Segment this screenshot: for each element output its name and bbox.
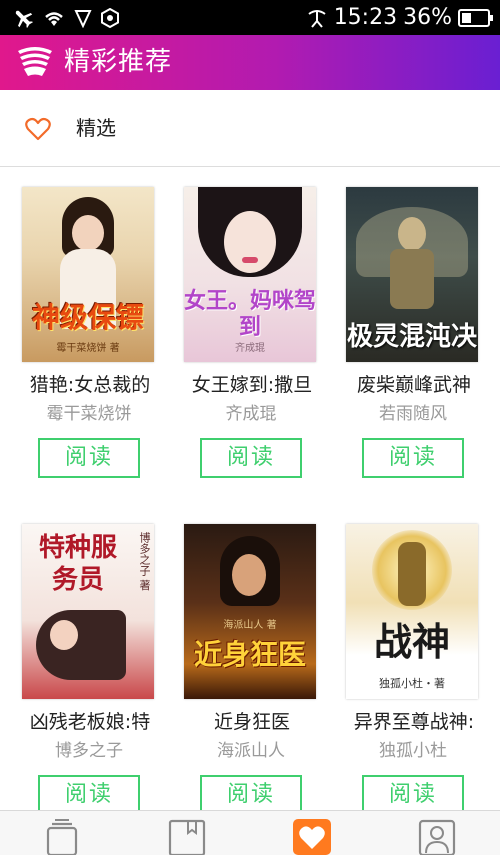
cover-face: [224, 211, 276, 273]
cover-title: 女王。妈咪驾到: [184, 288, 316, 340]
book-cover[interactable]: 极灵混沌决: [346, 187, 478, 362]
cover-author: 霉干菜烧饼 著: [56, 343, 120, 354]
book-card[interactable]: 战神 独孤小杜・著 异界至尊战神: 独孤小杜 阅读: [326, 504, 488, 810]
book-cover[interactable]: 战神 独孤小杜・著: [346, 524, 478, 699]
cover-title: 近身狂医: [193, 638, 306, 671]
section-title: 精选: [76, 116, 116, 140]
battery-percent: 36%: [403, 5, 452, 30]
read-button[interactable]: 阅读: [362, 775, 464, 810]
cover-author: 独孤小杜・著: [379, 677, 445, 690]
book-card[interactable]: 极灵混沌决 废柴巅峰武神 若雨随风 阅读: [326, 167, 488, 497]
book-author: 霉干菜烧饼: [46, 404, 132, 424]
book-author: 齐成琨: [225, 404, 277, 424]
bottom-tab-bar: [0, 810, 500, 855]
book-title[interactable]: 废柴巅峰武神: [344, 370, 484, 400]
book-author: 独孤小杜: [379, 741, 447, 761]
cover-author: 博多之子 著: [138, 532, 151, 591]
read-button[interactable]: 阅读: [200, 438, 302, 478]
section-header: 精选: [0, 90, 500, 167]
cover-figure: [398, 542, 426, 606]
read-button[interactable]: 阅读: [38, 438, 140, 478]
person-icon[interactable]: [418, 819, 456, 855]
book-title[interactable]: 异界至尊战神:: [344, 707, 484, 737]
book-title[interactable]: 近身狂医: [182, 707, 322, 737]
bookmark-book-icon[interactable]: [168, 819, 206, 855]
cover-author: 齐成琨: [235, 343, 265, 354]
cover-lips: [242, 257, 258, 263]
book-cover[interactable]: 女王。妈咪驾到 齐成琨: [184, 187, 316, 362]
cover-title: 神级保镖: [31, 301, 144, 334]
book-card[interactable]: 神级保镖 霉干菜烧饼 著 猎艳:女总裁的 霉干菜烧饼 阅读: [2, 167, 164, 497]
status-time: 15:23: [333, 5, 398, 30]
book-author: 海派山人: [217, 741, 285, 761]
cover-armor: [390, 249, 434, 309]
book-card[interactable]: 女王。妈咪驾到 齐成琨 女王嫁到:撒旦 齐成琨 阅读: [164, 167, 326, 497]
status-icons-left: [12, 6, 120, 30]
read-button[interactable]: 阅读: [38, 775, 140, 810]
status-bar: 15:23 36%: [0, 0, 500, 35]
status-icons-right: 15:23 36%: [306, 4, 493, 32]
cover-face: [232, 554, 266, 596]
alarm-icon: [308, 10, 326, 28]
book-card[interactable]: 近身狂医 海派山人 著 近身狂医 海派山人 阅读: [164, 504, 326, 810]
app-bar: 精彩推荐: [0, 35, 500, 90]
heart-outline-icon: [25, 117, 51, 141]
app-logo-icon: [18, 47, 52, 76]
settings-shield-icon: [101, 8, 119, 28]
cover-title: 极灵混沌决: [346, 322, 477, 352]
book-grid: 神级保镖 霉干菜烧饼 著 猎艳:女总裁的 霉干菜烧饼 阅读 女王。妈咪驾到 齐成…: [0, 167, 500, 810]
battery-level: [462, 13, 471, 23]
battery-icon: [458, 9, 493, 27]
book-cover[interactable]: 神级保镖 霉干菜烧饼 著: [22, 187, 154, 362]
cover-face: [50, 620, 78, 650]
book-author: 博多之子: [55, 741, 123, 761]
book-author: 若雨随风: [379, 404, 447, 424]
read-button[interactable]: 阅读: [362, 438, 464, 478]
cover-title: 特种服务员: [38, 533, 117, 595]
read-button[interactable]: 阅读: [200, 775, 302, 810]
book-title[interactable]: 凶残老板娘:特: [20, 707, 160, 737]
wifi-icon: [45, 12, 63, 26]
cover-title: 战神: [373, 619, 450, 664]
book-title[interactable]: 女王嫁到:撒旦: [182, 370, 322, 400]
cover-figure: [36, 610, 126, 680]
book-title[interactable]: 猎艳:女总裁的: [20, 370, 160, 400]
airplane-mode-icon: [15, 10, 33, 28]
cover-face: [72, 215, 104, 251]
book-cover[interactable]: 近身狂医 海派山人 著: [184, 524, 316, 699]
book-card[interactable]: 特种服务员 博多之子 著 凶残老板娘:特 博多之子 阅读: [2, 504, 164, 810]
shield-icon: [74, 10, 92, 28]
heart-icon[interactable]: [293, 819, 331, 855]
cover-author: 海派山人 著: [223, 620, 277, 631]
book-cover[interactable]: 特种服务员 博多之子 著: [22, 524, 154, 699]
bookshelf-icon[interactable]: [43, 819, 81, 855]
cover-figure: [398, 217, 426, 251]
page-title: 精彩推荐: [64, 47, 173, 77]
